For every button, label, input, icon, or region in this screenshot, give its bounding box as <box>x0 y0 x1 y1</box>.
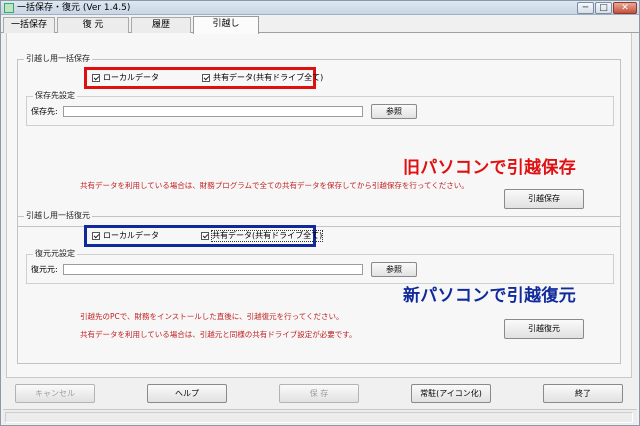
restore-group: 引越し用一括復元 ローカルデータ 共有データ(共有ドライブ全て) 復元元設定 復… <box>17 211 621 364</box>
save-shared-data-checkbox[interactable]: 共有データ(共有ドライブ全て) <box>202 73 323 83</box>
restore-source-title: 復元元設定 <box>33 249 77 259</box>
tab-content-moving: 引越し用一括保存 ローカルデータ 共有データ(共有ドライブ全て) 保存先設定 保… <box>6 33 632 378</box>
save-shared-data-label: 共有データ(共有ドライブ全て) <box>213 73 324 82</box>
restore-overlay-caption: 新パソコンで引越復元 <box>403 286 576 306</box>
restore-shared-data-checkbox[interactable]: 共有データ(共有ドライブ全て) <box>201 230 324 242</box>
checkbox-checked-icon <box>202 74 210 82</box>
title-bar: 一括保存・復元 (Ver 1.4.5) ─ □ ✕ <box>1 1 639 15</box>
save-local-data-checkbox[interactable]: ローカルデータ <box>92 73 159 83</box>
app-window: 一括保存・復元 (Ver 1.4.5) ─ □ ✕ 一括保存 復 元 履歴 引越… <box>0 0 640 426</box>
minimize-button[interactable]: ─ <box>577 2 594 14</box>
save-action-button[interactable]: 引越保存 <box>504 189 584 209</box>
tab-moving[interactable]: 引越し <box>193 16 259 34</box>
tab-restore[interactable]: 復 元 <box>57 17 129 33</box>
restore-local-data-checkbox[interactable]: ローカルデータ <box>92 231 159 241</box>
save-button[interactable]: 保 存 <box>279 384 359 403</box>
save-note: 共有データを利用している場合は、財務プログラムで全ての共有データを保存してから引… <box>80 181 469 190</box>
restore-action-button[interactable]: 引越復元 <box>504 319 584 339</box>
save-group-title: 引越し用一括保存 <box>24 54 92 64</box>
checkbox-checked-icon <box>92 74 100 82</box>
tray-button[interactable]: 常駐(アイコン化) <box>411 384 491 403</box>
checkbox-checked-icon <box>92 232 100 240</box>
exit-button[interactable]: 終了 <box>543 384 623 403</box>
restore-source-label: 復元元: <box>31 265 58 274</box>
maximize-button[interactable]: □ <box>595 2 612 14</box>
save-destination-title: 保存先設定 <box>33 91 77 101</box>
save-overlay-caption: 旧パソコンで引越保存 <box>403 158 576 178</box>
restore-shared-data-label: 共有データ(共有ドライブ全て) <box>210 230 324 242</box>
tab-history[interactable]: 履歴 <box>131 17 191 33</box>
status-cell <box>5 412 633 423</box>
save-group: 引越し用一括保存 ローカルデータ 共有データ(共有ドライブ全て) 保存先設定 保… <box>17 54 621 227</box>
window-controls: ─ □ ✕ <box>577 2 637 14</box>
cancel-button[interactable]: キャンセル <box>15 384 95 403</box>
save-destination-input[interactable] <box>63 106 363 117</box>
restore-note-1: 引越先のPCで、財務をインストールした直後に、引越復元を行ってください。 <box>80 312 344 321</box>
checkbox-checked-icon <box>201 232 209 240</box>
restore-source-input[interactable] <box>63 264 363 275</box>
close-button[interactable]: ✕ <box>613 2 637 14</box>
save-local-data-label: ローカルデータ <box>103 73 159 82</box>
restore-source-group: 復元元設定 復元元: 参照 <box>26 249 614 284</box>
restore-local-data-label: ローカルデータ <box>103 231 159 240</box>
save-browse-button[interactable]: 参照 <box>371 104 417 119</box>
status-bar <box>3 409 637 424</box>
save-destination-group: 保存先設定 保存先: 参照 <box>26 91 614 126</box>
window-title: 一括保存・復元 (Ver 1.4.5) <box>17 3 131 13</box>
restore-group-title: 引越し用一括復元 <box>24 211 92 221</box>
save-destination-label: 保存先: <box>31 107 58 116</box>
restore-note-2: 共有データを利用している場合は、引越元と同様の共有ドライブ設定が必要です。 <box>80 330 357 339</box>
help-button[interactable]: ヘルプ <box>147 384 227 403</box>
app-icon <box>4 3 14 13</box>
tab-bar: 一括保存 復 元 履歴 引越し <box>1 16 639 34</box>
bottom-button-bar: キャンセル ヘルプ 保 存 常駐(アイコン化) 終了 <box>1 378 639 409</box>
tab-bulk-save[interactable]: 一括保存 <box>3 17 55 33</box>
restore-browse-button[interactable]: 参照 <box>371 262 417 277</box>
